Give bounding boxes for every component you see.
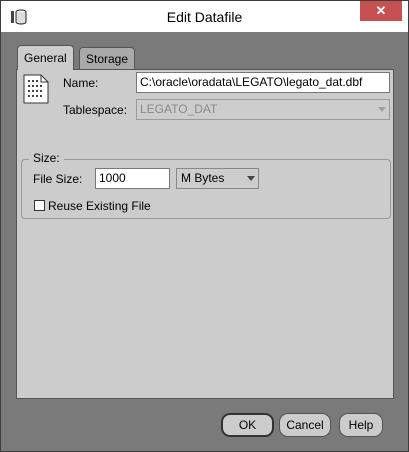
chevron-down-icon	[247, 176, 255, 181]
tablespace-select[interactable]: LEGATO_DAT	[136, 99, 390, 120]
ok-button[interactable]: OK	[221, 413, 274, 437]
tablespace-value: LEGATO_DAT	[140, 102, 218, 116]
dialog-body: General Storage Name: C:\oracle\oradata\…	[8, 32, 402, 446]
file-size-field[interactable]: 1000	[95, 168, 170, 189]
window-title: Edit Datafile	[166, 9, 243, 25]
reuse-existing-file-checkbox[interactable]	[34, 200, 45, 211]
size-unit-select[interactable]: M Bytes	[176, 168, 259, 189]
file-size-label: File Size:	[33, 172, 83, 186]
size-unit-value: M Bytes	[181, 171, 225, 185]
name-field[interactable]: C:\oracle\oradata\LEGATO\legato_dat.dbf	[136, 72, 390, 93]
edit-datafile-dialog: Edit Datafile ✕ General Storage Name: C:…	[0, 0, 409, 452]
tab-storage[interactable]: Storage	[79, 47, 136, 70]
close-button[interactable]: ✕	[360, 1, 402, 21]
tablespace-label: Tablespace:	[63, 103, 128, 117]
tab-general[interactable]: General	[17, 45, 74, 70]
datafile-icon	[23, 74, 49, 104]
general-panel: Name: C:\oracle\oradata\LEGATO\legato_da…	[16, 69, 394, 399]
help-button[interactable]: Help	[339, 413, 383, 437]
cancel-button[interactable]: Cancel	[279, 413, 331, 437]
close-icon: ✕	[375, 3, 387, 18]
chevron-down-icon	[378, 107, 386, 112]
reuse-existing-file-label[interactable]: Reuse Existing File	[48, 199, 151, 213]
size-group-title: Size:	[29, 151, 64, 165]
title-bar[interactable]: Edit Datafile ✕	[1, 1, 408, 32]
name-label: Name:	[63, 76, 99, 90]
